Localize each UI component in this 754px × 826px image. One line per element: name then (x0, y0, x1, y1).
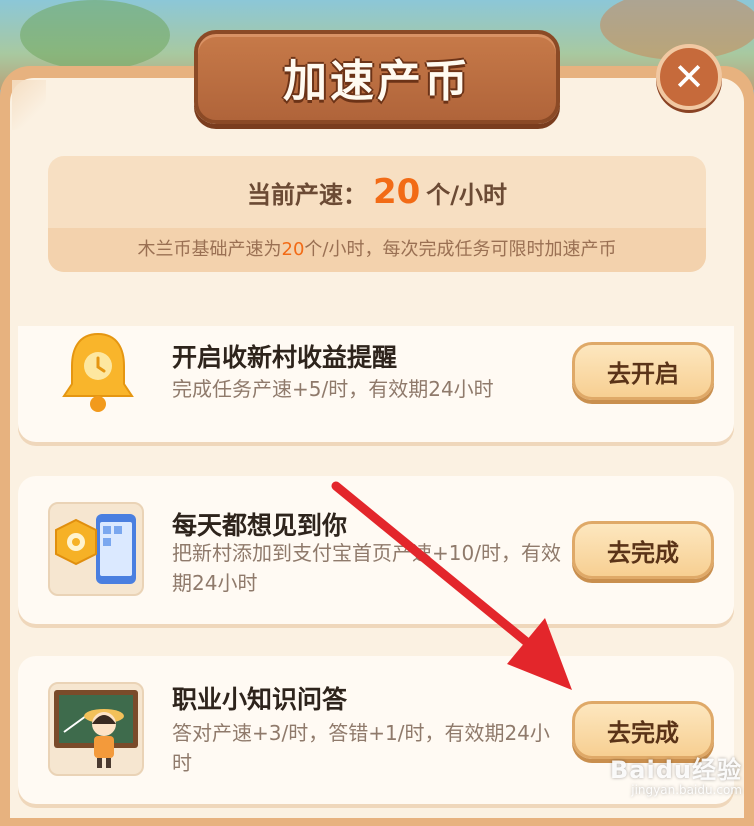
speed-note-before: 木兰币基础产速为 (137, 239, 282, 260)
speed-note: 木兰币基础产速为20个/小时，每次完成任务可限时加速产币 (48, 228, 706, 272)
task-icon-frame (48, 326, 144, 420)
phone-flower-icon (55, 514, 136, 584)
speed-value: 20 (372, 172, 421, 212)
watermark-url: jingyan.baidu.com (631, 783, 742, 797)
background-tree (20, 0, 170, 70)
task-card-reminder: 开启收新村收益提醒 完成任务产速+5/时，有效期24小时 去开启 (18, 326, 734, 442)
speed-note-after: 个/小时，每次完成任务可限时加速产币 (304, 239, 617, 260)
task-icon-frame (48, 682, 144, 776)
dialog-title-plank: 加速产币 (194, 30, 560, 124)
speed-note-value: 20 (281, 239, 305, 260)
task-title: 每天都想见到你 (172, 511, 348, 540)
add-to-homepage-button[interactable]: 去完成 (572, 521, 714, 579)
current-speed: 当前产速： 20 个/小时 (48, 172, 706, 212)
close-button[interactable]: ✕ (656, 44, 722, 110)
watermark-main: Baidu经验 (610, 756, 742, 784)
teacher-icon (54, 690, 138, 768)
baidu-jingyan-watermark: Baidu经验 jingyan.baidu.com (610, 750, 742, 797)
bell-icon (62, 332, 134, 412)
speed-unit: 个/小时 (426, 181, 508, 209)
task-title: 职业小知识问答 (172, 685, 348, 714)
enable-reminder-button[interactable]: 去开启 (572, 342, 714, 400)
speed-label: 当前产速： (246, 181, 367, 209)
task-icon-frame (48, 502, 144, 596)
task-description: 答对产速+3/时，答错+1/时，有效期24小时 (172, 721, 550, 775)
task-description: 把新村添加到支付宝首页产速+10/时，有效期24小时 (172, 541, 561, 595)
close-icon: ✕ (673, 55, 705, 99)
speed-summary: 当前产速： 20 个/小时 木兰币基础产速为20个/小时，每次完成任务可限时加速产币 (48, 156, 706, 272)
dialog-title: 加速产币 (283, 56, 471, 107)
task-description: 完成任务产速+5/时，有效期24小时 (172, 377, 494, 401)
task-card-homepage: 每天都想见到你 把新村添加到支付宝首页产速+10/时，有效期24小时 去完成 (18, 476, 734, 624)
task-title: 开启收新村收益提醒 (172, 343, 398, 372)
